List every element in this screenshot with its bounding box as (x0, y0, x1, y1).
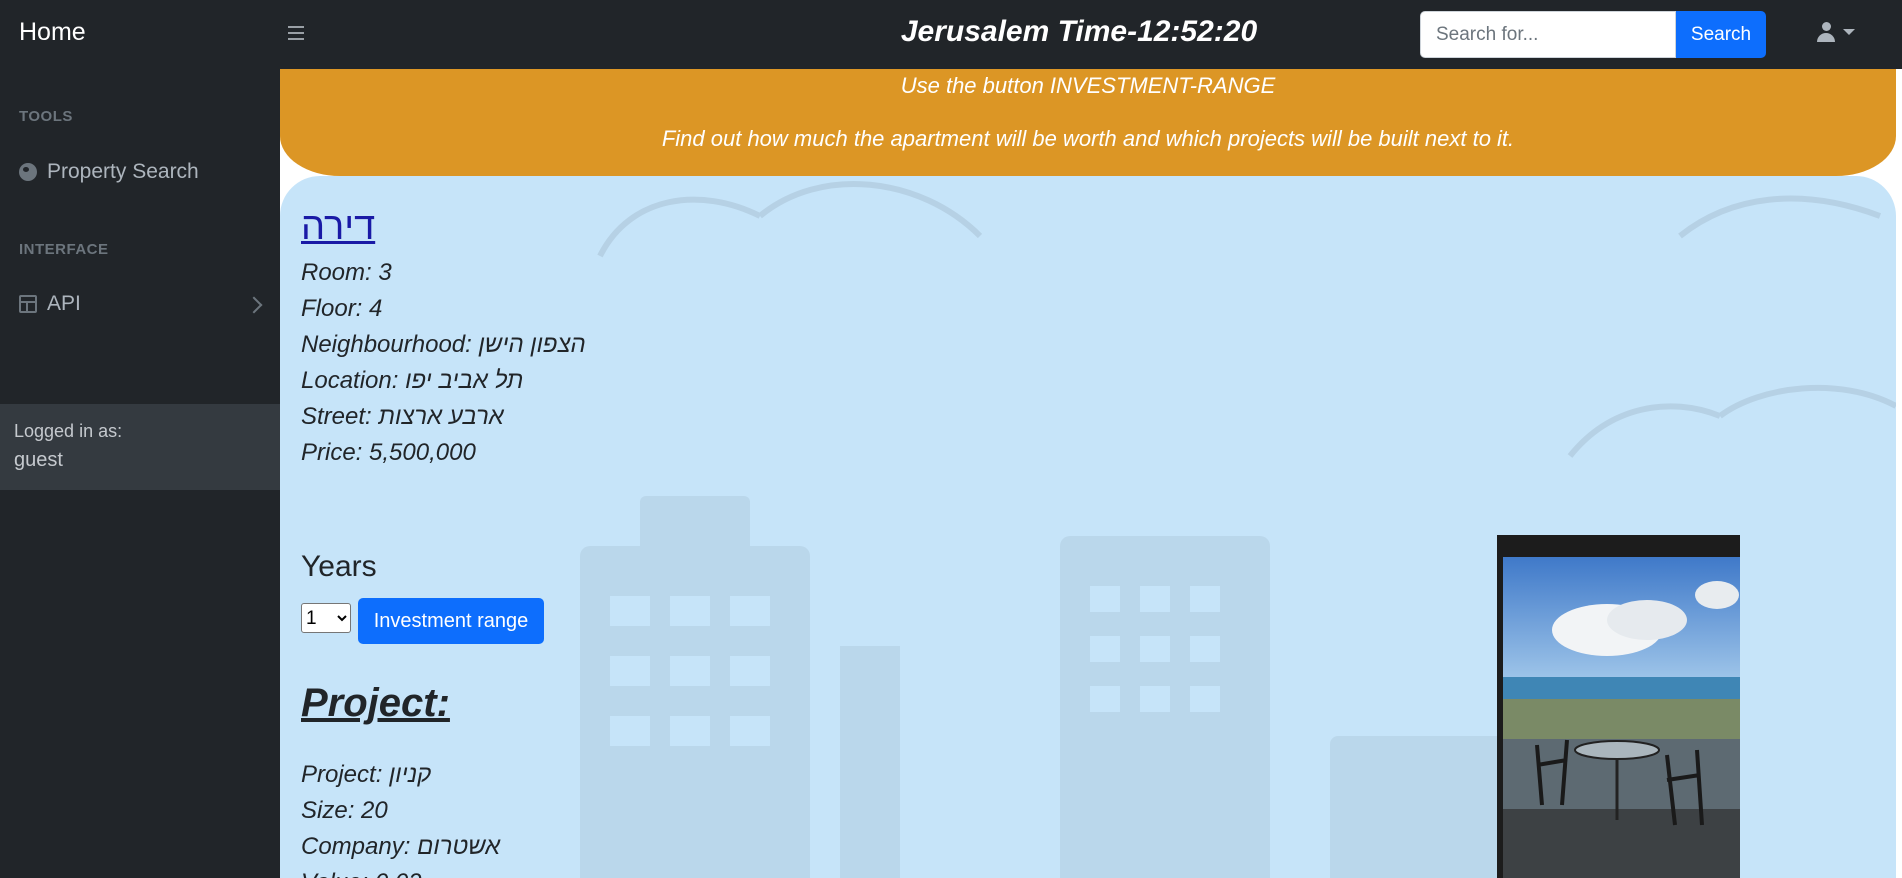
investment-range-button[interactable]: Investment range (358, 598, 544, 644)
logged-in-user: guest (14, 449, 63, 471)
chevron-right-icon (245, 296, 263, 314)
info-banner: Use the button INVESTMENT-RANGE Find out… (280, 69, 1896, 176)
property-photo (1497, 535, 1740, 878)
user-icon (1817, 22, 1835, 42)
banner-line-2: Find out how much the apartment will be … (661, 126, 1515, 151)
sidebar-item-label: API (47, 292, 81, 315)
property-neighbourhood: Neighbourhood: הצפון הישן (301, 331, 586, 358)
project-size: Size: 20 (301, 797, 388, 824)
property-title-link[interactable]: דירה (301, 206, 375, 249)
property-details: דירה Room: 3 Floor: 4 Neighbourhood: הצפ… (301, 206, 586, 471)
project-name: Project: קניון (301, 761, 432, 788)
sidebar-item-api[interactable]: API (19, 292, 81, 316)
globe-icon (19, 163, 37, 181)
caret-down-icon (1843, 29, 1855, 35)
project-value: Value: 0.02 (301, 865, 500, 878)
top-navbar: Home Jerusalem Time-12:52:20 Search (0, 0, 1902, 69)
banner-line-1: Use the button INVESTMENT-RANGE (900, 73, 1276, 98)
property-location: Location: תל אביב יפו (301, 367, 524, 394)
property-card: דירה Room: 3 Floor: 4 Neighbourhood: הצפ… (280, 176, 1896, 878)
table-icon (19, 295, 37, 313)
logged-in-label: Logged in as: (14, 421, 123, 441)
years-label: Years (301, 550, 377, 583)
property-room: Room: 3 (301, 259, 392, 286)
property-floor: Floor: 4 (301, 295, 383, 322)
property-street: Street: ארבע ארצות (301, 403, 504, 430)
sidebar-footer: Logged in as: guest (0, 404, 280, 490)
sidebar: TOOLS Property Search INTERFACE API Logg… (0, 69, 280, 878)
property-price: Price: 5,500,000 (301, 439, 476, 466)
years-select[interactable]: 1 (301, 603, 351, 633)
sidebar-item-property-search[interactable]: Property Search (19, 160, 199, 184)
project-details: Project: קניון Size: 20 Company: אשטרום … (301, 757, 500, 878)
search-form: Search (1420, 11, 1766, 58)
project-heading: Project: (301, 681, 450, 725)
search-button[interactable]: Search (1676, 11, 1766, 58)
sidebar-heading-tools: TOOLS (19, 108, 73, 125)
search-input[interactable] (1420, 11, 1676, 58)
sidebar-item-label: Property Search (47, 160, 199, 183)
user-dropdown[interactable] (1817, 22, 1855, 42)
sidebar-heading-interface: INTERFACE (19, 241, 109, 258)
main-content: Use the button INVESTMENT-RANGE Find out… (280, 69, 1902, 878)
project-company: Company: אשטרום (301, 833, 501, 860)
